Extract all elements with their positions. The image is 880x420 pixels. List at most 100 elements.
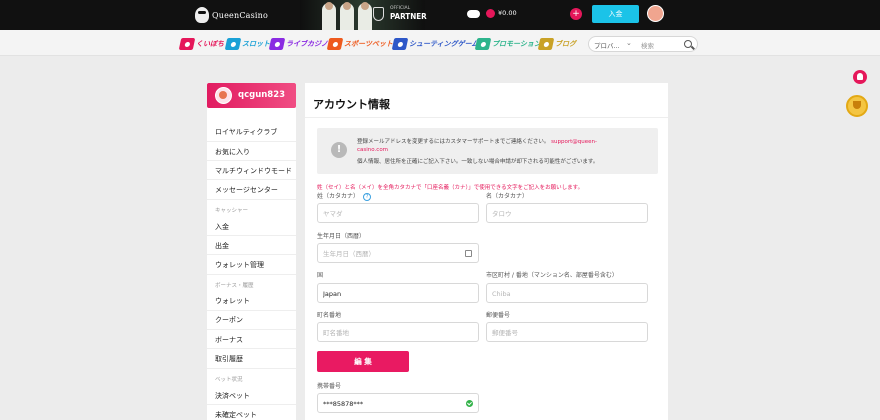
birthdate-field[interactable] <box>317 243 479 263</box>
chevron-down-icon[interactable]: ⌄ <box>626 39 632 47</box>
first-name-input[interactable] <box>492 208 642 219</box>
sidebar-section-cashier: キャッシャー <box>215 208 249 214</box>
notice-line-1: 登録メールアドレスを変更するにはカスタマーサポートまでご連絡ください。 <box>357 139 550 145</box>
divider <box>207 404 296 405</box>
town-label: 町名番地 <box>317 312 342 319</box>
provider-select[interactable]: プロバ... <box>594 40 620 50</box>
sidebar-item-deposit[interactable]: 入金 <box>215 222 229 232</box>
coin-icon <box>486 9 495 18</box>
partner-small-label: OFFICIAL <box>390 6 411 11</box>
sidebar-item-open-bets[interactable]: 未確定ベット <box>215 410 257 420</box>
notice-line-3: 個人情報、居住所を正確にご記入下さい。一致しない場合申請が却下される可能性がござ… <box>357 159 599 165</box>
sidebar-item-settled-bets[interactable]: 決済ベット <box>215 391 250 401</box>
sidebar-item-loyalty[interactable]: ロイヤルティクラブ <box>215 127 277 137</box>
city-input[interactable] <box>492 288 642 299</box>
katakana-warning: 姓（セイ）と名（メイ）を全角カタカナで「口座名義（カナ）」で使用できる文字をご記… <box>317 185 584 191</box>
exclamation-icon: ! <box>331 142 347 158</box>
nav-icon <box>178 37 196 50</box>
sidebar-item-favorites[interactable]: お気に入り <box>215 147 250 157</box>
divider <box>207 141 296 142</box>
deposit-button[interactable]: 入金 <box>592 5 639 23</box>
nav-item-blog[interactable]: ブログ <box>537 37 576 50</box>
support-email-link-cont[interactable]: casino.com <box>357 147 388 153</box>
balance-amount: ¥0.00 <box>498 9 517 17</box>
nav-item-kuipochi[interactable]: くいぼち <box>178 37 224 50</box>
nav-item-live-casino[interactable]: ライブカジノ <box>268 37 328 50</box>
cloud-icon[interactable] <box>467 10 480 18</box>
search-input[interactable]: 検索 <box>641 40 654 50</box>
phone-input[interactable] <box>323 398 473 409</box>
nav-icon <box>537 37 555 50</box>
avatar[interactable] <box>647 5 664 22</box>
nav-icon <box>391 37 409 50</box>
divider <box>207 368 296 369</box>
first-name-field[interactable] <box>486 203 648 223</box>
nav-icon <box>268 37 286 50</box>
sidebar-item-wallet[interactable]: ウォレット <box>215 296 250 306</box>
nav-icon <box>474 37 492 50</box>
phone-label: 携帯番号 <box>317 383 342 390</box>
country-input[interactable] <box>323 288 473 299</box>
divider <box>207 274 296 275</box>
nav-icon <box>224 37 242 50</box>
city-label: 市区町村 / 番地（マンション名、部屋番号含む） <box>486 272 618 279</box>
country-label: 国 <box>317 272 324 279</box>
sidebar-section-bonus-history: ボーナス・履歴 <box>215 283 254 289</box>
nav-icon <box>326 37 344 50</box>
divider <box>207 329 296 330</box>
divider <box>207 254 296 255</box>
town-input[interactable] <box>323 327 473 338</box>
last-name-field[interactable] <box>317 203 479 223</box>
user-card[interactable]: qcgun823 <box>207 83 296 108</box>
last-name-label-text: 姓（カタカナ） <box>317 193 360 200</box>
question-icon[interactable]: ? <box>363 192 372 201</box>
calendar-icon[interactable] <box>465 250 472 257</box>
divider <box>207 235 296 236</box>
nav-label: ブログ <box>555 39 576 48</box>
town-field[interactable] <box>317 322 479 342</box>
sidebar-section-bets: ベット状況 <box>215 377 243 383</box>
first-name-label: 名（カタカナ） <box>486 193 529 200</box>
postal-input[interactable] <box>492 327 642 338</box>
bell-icon[interactable] <box>853 70 867 84</box>
phone-field[interactable] <box>317 393 479 413</box>
player-figure <box>340 2 354 30</box>
nav-item-promotions[interactable]: プロモーション <box>474 37 541 50</box>
divider <box>207 310 296 311</box>
search-bar: プロバ... ⌄ 検索 <box>588 36 698 52</box>
sidebar-item-withdraw[interactable]: 出金 <box>215 241 229 251</box>
divider <box>207 348 296 349</box>
username: qcgun823 <box>238 90 286 100</box>
support-email-link[interactable]: support@queen- <box>551 139 597 145</box>
sidebar-item-coupons[interactable]: クーポン <box>215 315 243 325</box>
last-name-input[interactable] <box>323 208 473 219</box>
sidebar-item-messages[interactable]: メッセージセンター <box>215 185 278 195</box>
avatar <box>215 87 232 104</box>
nav-item-shooting[interactable]: シューティングゲーム <box>391 37 478 50</box>
last-name-label: 姓（カタカナ）? <box>317 191 372 201</box>
sidebar-item-bonus[interactable]: ボーナス <box>215 335 243 345</box>
edit-button[interactable]: 編 集 <box>317 351 409 372</box>
queen-logo-icon <box>195 7 209 23</box>
birthdate-label: 生年月日（西暦） <box>317 233 366 240</box>
birthdate-input[interactable] <box>323 248 473 259</box>
sidebar-item-wallet-management[interactable]: ウォレット管理 <box>215 260 264 270</box>
page-title: アカウント情報 <box>313 98 390 111</box>
main-nav: くいぼち スロット ライブカジノ スポーツベット シューティングゲーム プロモー… <box>0 30 880 56</box>
country-field[interactable] <box>317 283 479 303</box>
search-icon[interactable] <box>684 40 692 48</box>
sidebar-item-transactions[interactable]: 取引履歴 <box>215 354 243 364</box>
postal-field[interactable] <box>486 322 648 342</box>
sidebar-item-multiwindow[interactable]: マルチウィンドウモード <box>215 166 292 176</box>
nav-label: くいぼち <box>196 39 224 48</box>
verified-check-icon <box>466 400 473 407</box>
nav-item-sports[interactable]: スポーツベット <box>326 37 393 50</box>
city-field[interactable] <box>486 283 648 303</box>
nav-label: スロット <box>242 39 270 48</box>
trophy-icon[interactable] <box>846 95 868 117</box>
nav-label: プロモーション <box>492 39 541 48</box>
nav-item-slots[interactable]: スロット <box>224 37 270 50</box>
partner-label: PARTNER <box>390 12 427 21</box>
site-logo[interactable]: QueenCasino <box>195 0 273 30</box>
add-funds-button[interactable]: + <box>570 8 582 20</box>
